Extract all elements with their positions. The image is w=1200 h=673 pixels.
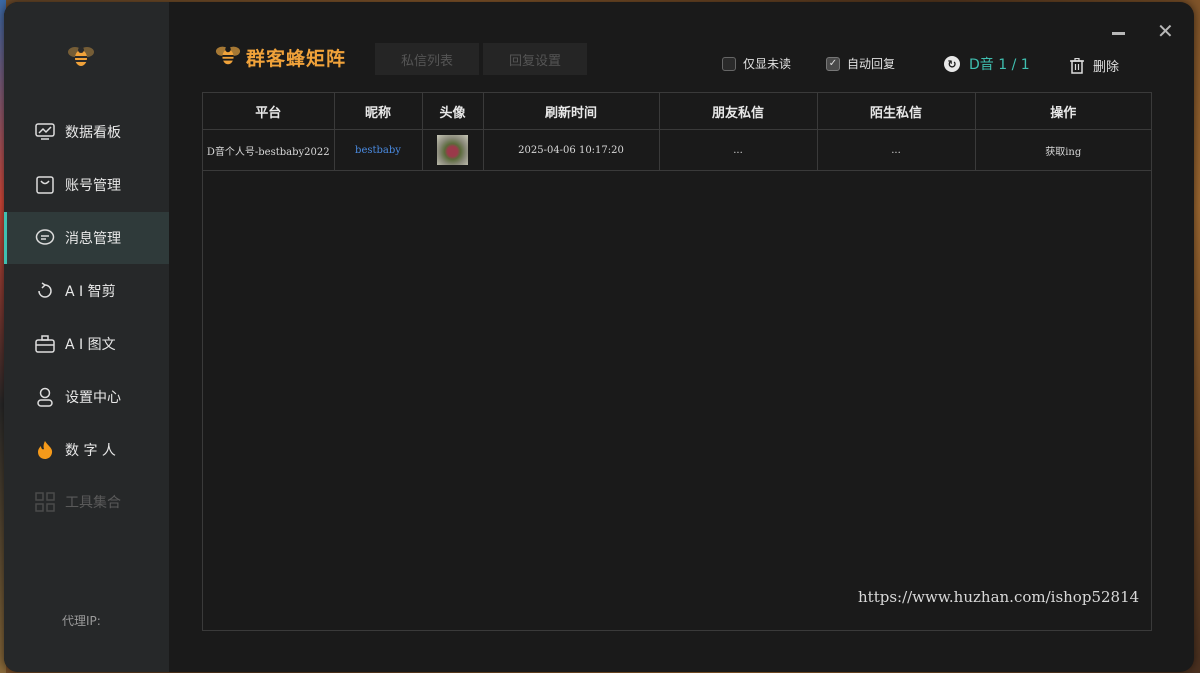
column-header-nickname: 昵称 (334, 93, 423, 130)
ai-clip-icon (35, 281, 55, 301)
avatar (437, 135, 468, 165)
checkmark-icon: ✓ (826, 56, 840, 71)
flame-icon (35, 440, 55, 460)
checkbox-label: 自动回复 (847, 57, 896, 71)
sidebar-item-label: 设置中心 (65, 390, 121, 406)
sidebar-item-label: 数 字 人 (65, 443, 116, 459)
brand-name: 群客蜂矩阵 (246, 47, 347, 70)
account-selector[interactable]: ↻ D音 1 / 1 (944, 54, 1030, 74)
message-icon (35, 228, 55, 248)
cell-action[interactable]: 获取ing (975, 129, 1151, 171)
sidebar-item-label: 工具集合 (65, 495, 121, 511)
cell-refresh-time: 2025-04-06 10:17:20 (483, 129, 660, 171)
sidebar-item-ai-clip[interactable]: A I 智剪 (4, 265, 169, 317)
bee-logo-icon (214, 42, 242, 72)
cell-stranger-msg[interactable]: ... (817, 129, 976, 171)
column-header-friend-msg: 朋友私信 (659, 93, 818, 130)
sidebar-item-messages[interactable]: 消息管理 (4, 212, 169, 264)
bee-logo-icon (66, 42, 96, 70)
refresh-icon: ↻ (944, 56, 960, 72)
sidebar: 数据看板 账号管理 消息管理 A I 智剪 A I 图文 设置中心 数 字 人 … (4, 2, 169, 672)
brand: 群客蜂矩阵 (214, 42, 346, 72)
column-header-stranger-msg: 陌生私信 (817, 93, 976, 130)
checkbox-box (722, 56, 736, 71)
cell-friend-msg[interactable]: ... (659, 129, 818, 171)
unread-only-checkbox[interactable]: 仅显未读 (722, 55, 791, 72)
account-label: D音 1 / 1 (969, 57, 1030, 73)
cell-nickname[interactable]: bestbaby (334, 129, 423, 171)
sidebar-item-ai-article[interactable]: A I 图文 (4, 318, 169, 370)
column-header-refresh-time: 刷新时间 (483, 93, 660, 130)
settings-icon (35, 387, 55, 407)
close-button[interactable]: ✕ (1157, 21, 1174, 41)
grid-icon (35, 492, 55, 512)
sidebar-item-label: 消息管理 (65, 231, 121, 247)
cell-platform: D音个人号-bestbaby2022 (203, 129, 335, 171)
table-row[interactable]: D音个人号-bestbaby2022 bestbaby 2025-04-06 1… (203, 129, 1151, 171)
table-header-row: 平台 昵称 头像 刷新时间 朋友私信 陌生私信 操作 (203, 93, 1151, 130)
sidebar-item-digital-human[interactable]: 数 字 人 (4, 424, 169, 476)
delete-button[interactable]: 删除 (1070, 56, 1119, 75)
sidebar-item-dashboard[interactable]: 数据看板 (4, 106, 169, 158)
checkbox-label: 仅显未读 (743, 57, 792, 71)
tab-reply-settings[interactable]: 回复设置 (483, 43, 587, 75)
app-window: 数据看板 账号管理 消息管理 A I 智剪 A I 图文 设置中心 数 字 人 … (4, 2, 1194, 672)
sidebar-item-label: A I 图文 (65, 337, 116, 353)
sidebar-item-settings[interactable]: 设置中心 (4, 371, 169, 423)
cell-avatar (422, 129, 484, 171)
minimize-button[interactable] (1112, 32, 1125, 35)
dashboard-icon (35, 122, 55, 142)
sidebar-item-label: 账号管理 (65, 178, 121, 194)
sidebar-item-label: 数据看板 (65, 125, 121, 141)
tab-dm-list[interactable]: 私信列表 (375, 43, 479, 75)
column-header-action: 操作 (975, 93, 1151, 130)
sidebar-item-accounts[interactable]: 账号管理 (4, 159, 169, 211)
column-header-avatar: 头像 (422, 93, 484, 130)
auto-reply-checkbox[interactable]: ✓ 自动回复 (826, 55, 895, 72)
watermark-url: https://www.huzhan.com/ishop52814 (858, 588, 1140, 606)
briefcase-icon (35, 334, 55, 354)
messages-table: 平台 昵称 头像 刷新时间 朋友私信 陌生私信 操作 D音个人号-bestbab… (202, 92, 1152, 631)
account-icon (35, 175, 55, 195)
delete-label: 删除 (1093, 60, 1120, 75)
column-header-platform: 平台 (203, 93, 335, 130)
trash-icon (1070, 57, 1084, 74)
sidebar-item-label: A I 智剪 (65, 284, 116, 300)
proxy-ip-label: 代理IP: (62, 614, 101, 628)
sidebar-item-tools[interactable]: 工具集合 (4, 476, 169, 528)
